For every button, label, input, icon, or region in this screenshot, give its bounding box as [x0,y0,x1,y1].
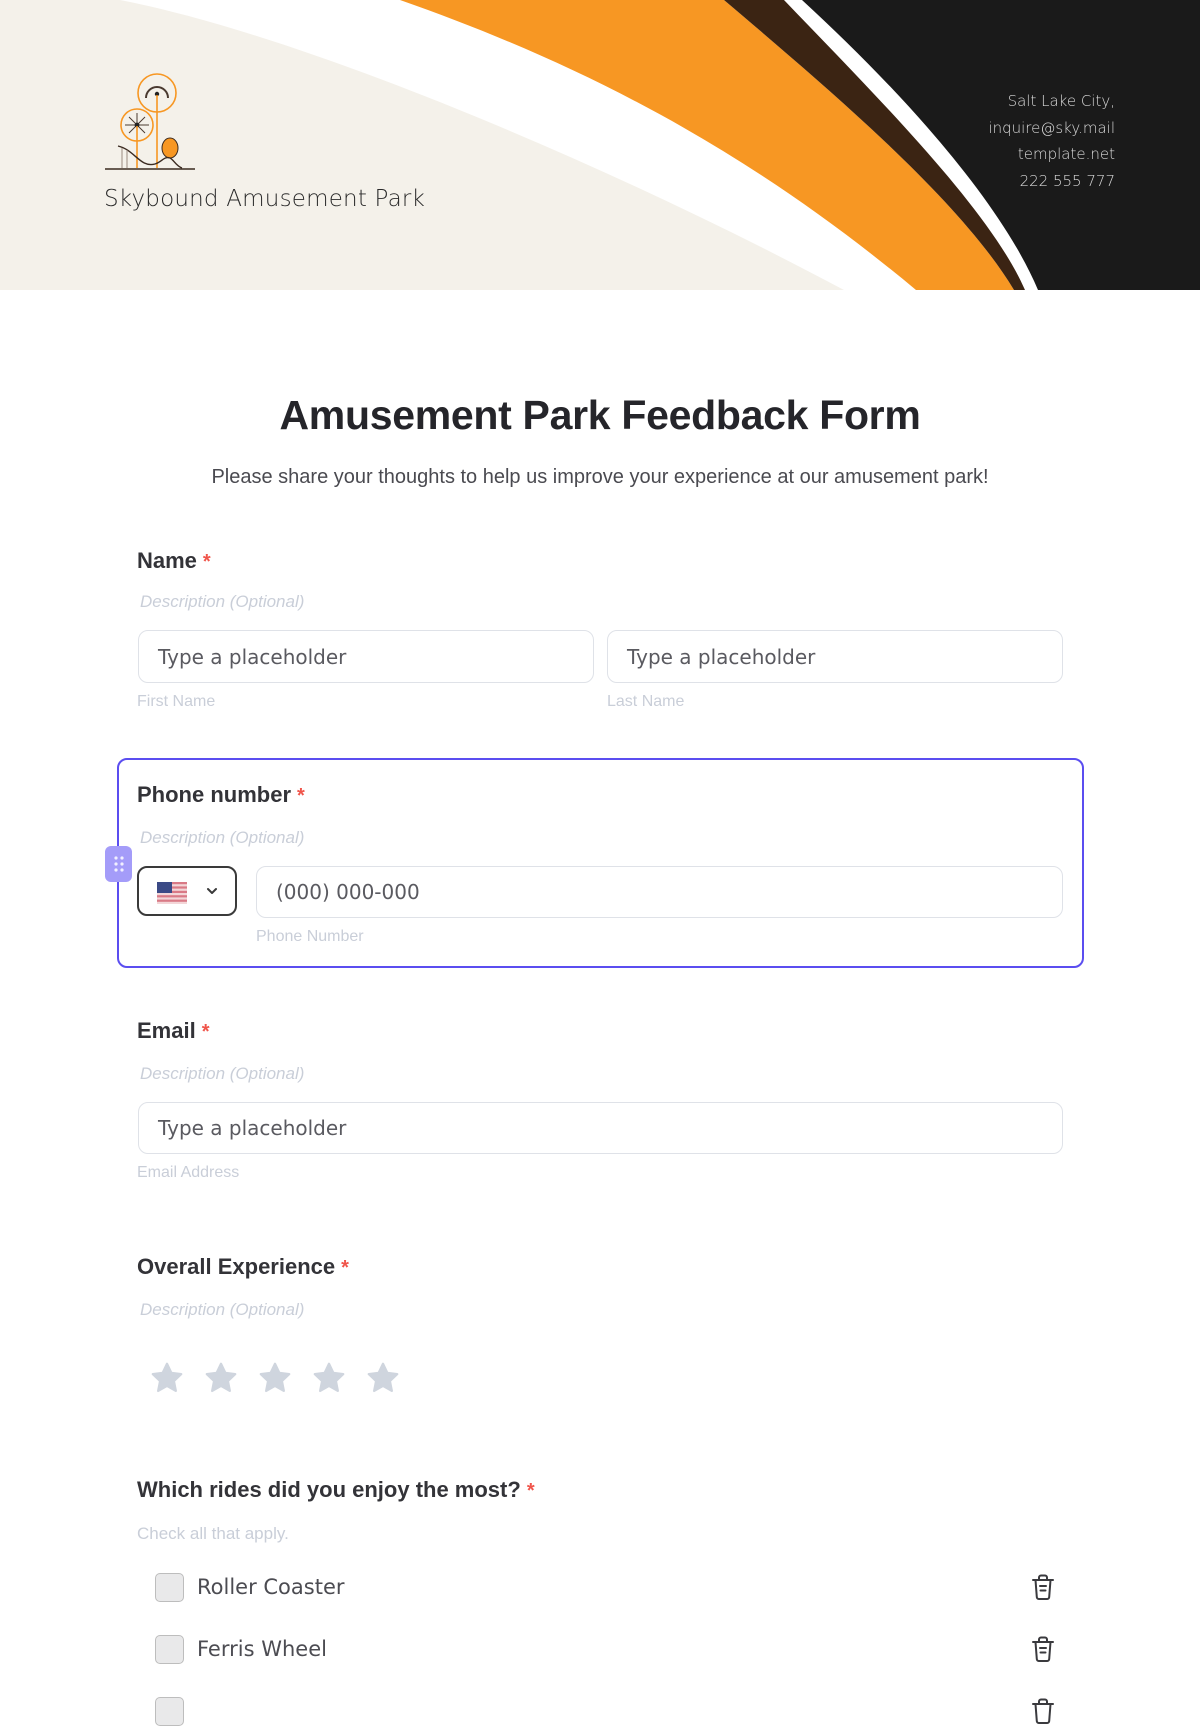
form-title: Amusement Park Feedback Form [279,392,921,438]
trash-icon[interactable] [1030,1697,1056,1725]
last-name-helper: Last Name [607,693,685,710]
phone-label-text: Phone number [137,782,292,807]
name-label-text: Name [137,548,197,573]
first-name-helper: First Name [137,693,216,710]
trash-icon[interactable] [1030,1573,1056,1601]
star-icon-5[interactable] [365,1360,401,1396]
park-logo-icon [105,73,195,170]
last-name-input[interactable]: Type a placeholder [607,630,1063,683]
email-label: Email * [137,1018,210,1044]
phone-description[interactable]: Description (Optional) [140,828,304,848]
rides-label: Which rides did you enjoy the most? * [137,1477,535,1503]
checkbox-option[interactable]: Ferris Wheel [155,1635,1065,1665]
trash-icon[interactable] [1030,1635,1056,1663]
experience-description[interactable]: Description (Optional) [140,1300,304,1320]
option-label[interactable]: Roller Coaster [197,1575,345,1599]
email-description[interactable]: Description (Optional) [140,1064,304,1084]
grip-dots-icon [113,856,124,872]
rides-label-text: Which rides did you enjoy the most? [137,1477,521,1502]
required-asterisk: * [526,1480,535,1502]
header-banner: Skybound Amusement Park Salt Lake City, … [0,0,1200,290]
phone-number-helper: Phone Number [256,928,364,945]
email-helper: Email Address [137,1164,240,1181]
name-description[interactable]: Description (Optional) [140,592,304,612]
email-label-text: Email [137,1018,196,1043]
contact-info: Salt Lake City, inquire@sky.mail templat… [988,88,1115,194]
form-subtitle: Please share your thoughts to help us im… [211,466,989,488]
contact-phone: 222 555 777 [1019,171,1115,190]
required-asterisk: * [341,1257,349,1279]
phone-label: Phone number * [137,782,305,808]
contact-email: inquire@sky.mail [988,118,1115,137]
star-icon-2[interactable] [203,1360,239,1396]
phone-number-input[interactable]: (000) 000-000 [256,866,1063,918]
checkbox[interactable] [155,1697,184,1726]
required-asterisk: * [201,1021,210,1043]
first-name-input[interactable]: Type a placeholder [138,630,594,683]
brand-name: Skybound Amusement Park [104,186,426,212]
experience-label-text: Overall Experience [137,1254,336,1279]
checkbox[interactable] [155,1635,184,1664]
star-rating[interactable] [149,1360,401,1396]
required-asterisk: * [297,785,305,807]
checkbox-option[interactable]: Roller Coaster [155,1573,1065,1603]
rides-hint: Check all that apply. [137,1524,289,1543]
star-icon-4[interactable] [311,1360,347,1396]
chevron-down-icon [207,888,217,894]
contact-city: Salt Lake City, [1007,92,1115,110]
contact-website: template.net [1017,145,1115,163]
us-flag-icon [157,882,187,904]
email-input[interactable]: Type a placeholder [138,1102,1063,1154]
star-icon-1[interactable] [149,1360,185,1396]
name-label: Name * [137,548,211,574]
drag-handle[interactable] [105,846,132,882]
country-code-select[interactable] [137,866,237,916]
experience-label: Overall Experience * [137,1254,349,1280]
checkbox[interactable] [155,1573,184,1602]
star-icon-3[interactable] [257,1360,293,1396]
required-asterisk: * [202,551,211,573]
option-label[interactable]: Ferris Wheel [197,1637,327,1661]
